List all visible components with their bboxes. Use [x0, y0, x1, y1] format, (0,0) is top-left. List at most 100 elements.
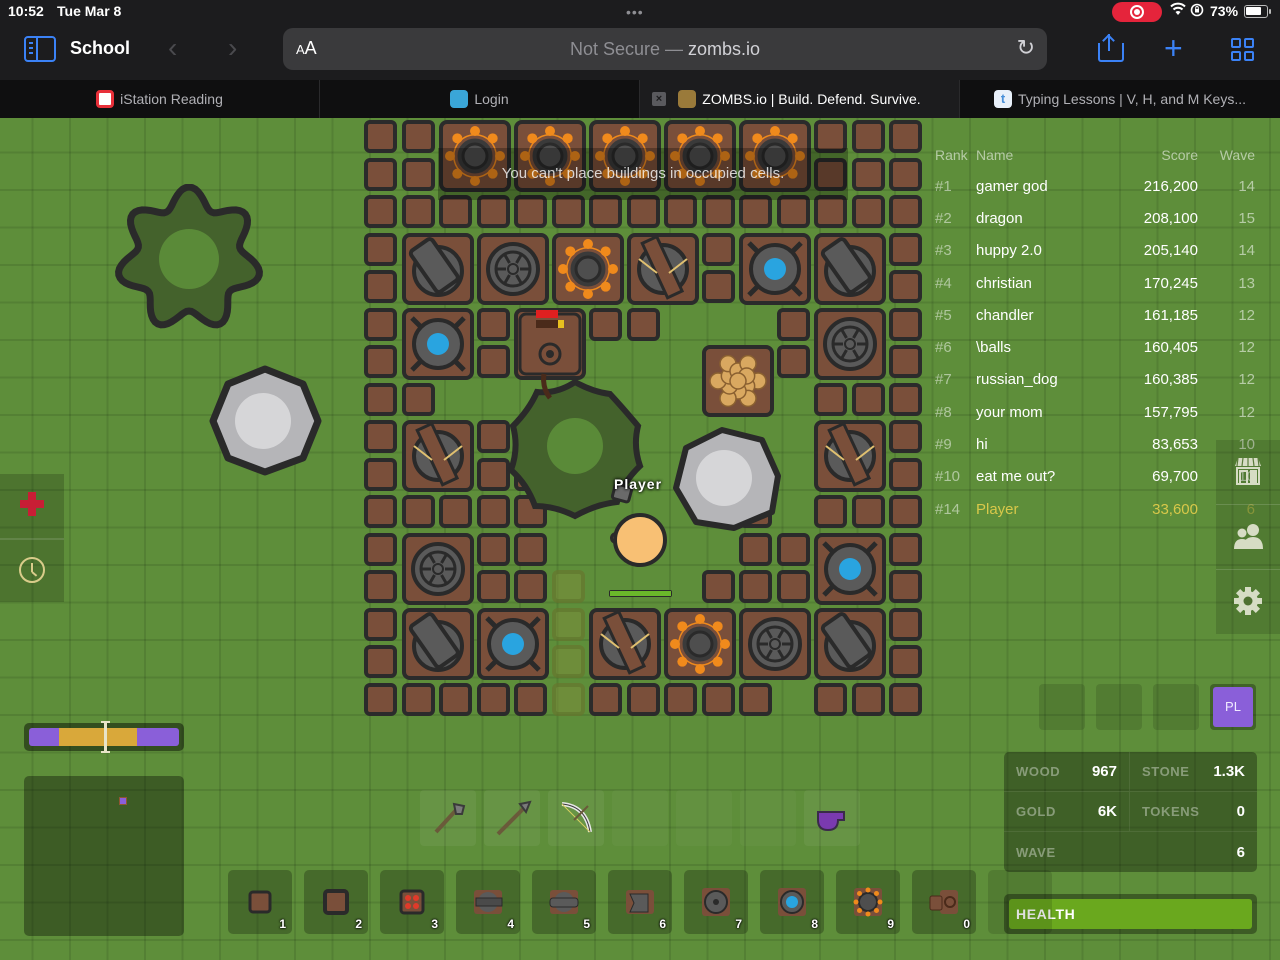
wall[interactable] [889, 232, 922, 266]
tab-typing-lessons[interactable]: t Typing Lessons | V, H, and M Keys... [960, 80, 1280, 118]
reload-icon[interactable]: ↻ [1017, 35, 1035, 61]
wall[interactable] [514, 570, 547, 603]
bomb-tower[interactable] [401, 532, 474, 605]
build-slot-harvester[interactable]: 0 [912, 870, 976, 934]
bomb-tower[interactable] [739, 607, 811, 680]
wall[interactable] [814, 495, 847, 528]
wall[interactable] [889, 345, 922, 378]
mage-tower[interactable] [476, 607, 549, 680]
chevron-right-icon[interactable]: › [228, 32, 237, 64]
sidebar-icon[interactable] [24, 36, 56, 62]
wall[interactable] [514, 682, 547, 716]
close-tab-icon[interactable]: × [652, 92, 666, 106]
wall[interactable] [364, 495, 397, 528]
wall[interactable] [476, 682, 510, 716]
clock-icon[interactable] [19, 557, 45, 583]
party-slot-empty[interactable] [1039, 684, 1085, 730]
wall[interactable] [439, 495, 472, 528]
wall[interactable] [626, 682, 660, 716]
wall[interactable] [364, 570, 397, 603]
tree-resource[interactable] [114, 184, 264, 334]
tab-login[interactable]: Login [320, 80, 640, 118]
wall[interactable] [889, 682, 922, 716]
wall[interactable] [476, 570, 510, 603]
wall[interactable] [851, 157, 885, 191]
wall[interactable] [851, 382, 885, 416]
bomb-tower[interactable] [476, 232, 549, 305]
cannon-tower[interactable] [814, 607, 886, 680]
wall[interactable] [364, 532, 397, 566]
chevron-left-icon[interactable]: ‹ [168, 32, 177, 64]
build-slot-slow-trap[interactable]: 3 [380, 870, 444, 934]
wall[interactable] [364, 607, 397, 641]
share-icon[interactable] [1098, 34, 1124, 62]
wall[interactable] [814, 382, 847, 416]
cannon-tower[interactable] [401, 607, 474, 680]
weapon-slot-empty[interactable] [612, 790, 668, 846]
wall[interactable] [364, 120, 397, 153]
party-slot-self[interactable]: PL [1210, 684, 1256, 730]
wall[interactable] [851, 195, 885, 228]
wall[interactable] [364, 645, 397, 678]
wall[interactable] [776, 345, 810, 378]
address-bar[interactable]: AA Not Secure — zombs.io ↻ [283, 28, 1047, 70]
wall[interactable] [364, 195, 397, 228]
shop-button[interactable] [1216, 440, 1280, 504]
wall[interactable] [739, 682, 772, 716]
wall[interactable] [889, 307, 922, 341]
wall[interactable] [889, 195, 922, 228]
stone-resource[interactable] [208, 364, 322, 478]
arrow-tower[interactable] [401, 420, 474, 492]
build-slot-cannon-tower[interactable]: 5 [532, 870, 596, 934]
wall[interactable] [364, 232, 397, 266]
mage-tower[interactable] [814, 532, 886, 605]
url-text[interactable]: Not Secure — zombs.io [283, 39, 1047, 60]
weapon-slot-bow[interactable] [548, 790, 604, 846]
wall[interactable] [364, 270, 397, 303]
wall[interactable] [401, 195, 435, 228]
build-slot-bomb-tower[interactable]: 7 [684, 870, 748, 934]
wall[interactable] [889, 570, 922, 603]
wall[interactable] [889, 532, 922, 566]
wall[interactable] [364, 157, 397, 191]
build-slot-arrow-tower[interactable]: 4 [456, 870, 520, 934]
wall[interactable] [889, 645, 922, 678]
wall[interactable] [401, 682, 435, 716]
wall[interactable] [589, 682, 622, 716]
wall[interactable] [814, 682, 847, 716]
red-cross-icon[interactable] [20, 492, 44, 516]
settings-button[interactable] [1216, 570, 1280, 634]
build-slot-gold-mine[interactable]: 9 [836, 870, 900, 934]
stone-resource[interactable] [672, 426, 782, 532]
wall[interactable] [851, 120, 885, 153]
party-slot-empty[interactable] [1153, 684, 1199, 730]
plus-icon[interactable]: + [1164, 30, 1183, 67]
wall[interactable] [889, 382, 922, 416]
wall[interactable] [439, 682, 472, 716]
bomb-tower[interactable] [814, 307, 886, 380]
build-slot-door[interactable]: 2 [304, 870, 368, 934]
wall[interactable] [401, 120, 435, 153]
wall[interactable] [889, 495, 922, 528]
wall[interactable] [364, 382, 397, 416]
multitasking-dots-icon[interactable]: ••• [626, 4, 644, 20]
arrow-tower[interactable] [589, 607, 661, 680]
wall[interactable] [889, 607, 922, 641]
tab-group-label[interactable]: School [70, 38, 130, 59]
wall[interactable] [364, 457, 397, 491]
wall[interactable] [701, 270, 735, 303]
weapon-slot-spear[interactable] [484, 790, 540, 846]
minimap[interactable] [24, 776, 184, 936]
cannon-tower[interactable] [814, 232, 886, 305]
screen-recording-icon[interactable] [1112, 2, 1162, 22]
wall[interactable] [889, 457, 922, 491]
build-slot-mage-tower[interactable]: 8 [760, 870, 824, 934]
wall[interactable] [889, 157, 922, 191]
wall[interactable] [364, 420, 397, 453]
wall[interactable] [889, 120, 922, 153]
wall[interactable] [476, 307, 510, 341]
build-slot-overflow[interactable] [988, 870, 1052, 934]
wall[interactable] [664, 682, 697, 716]
gold-tower[interactable] [551, 232, 624, 305]
wall[interactable] [776, 532, 810, 566]
